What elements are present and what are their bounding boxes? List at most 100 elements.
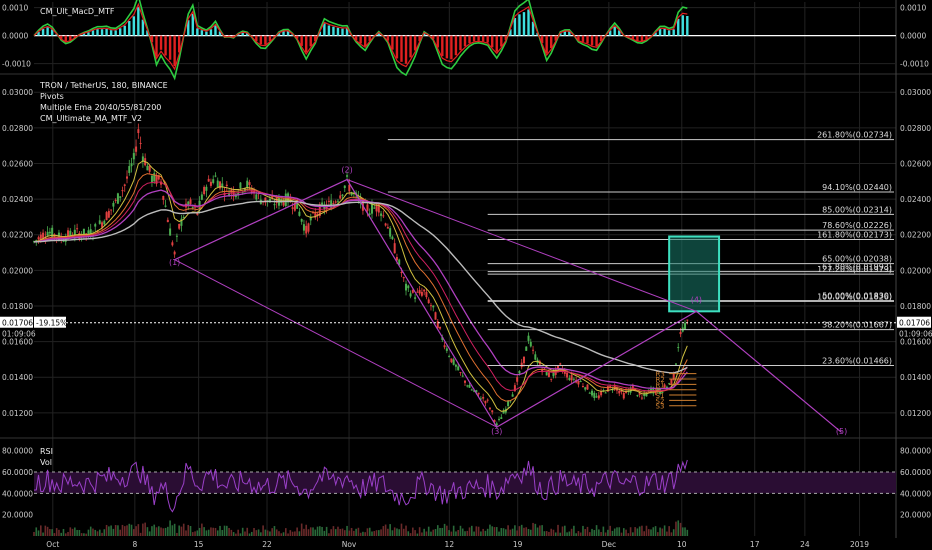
x-tick-label: 2019 bbox=[850, 540, 869, 549]
candle-body bbox=[69, 230, 72, 236]
volume-bar bbox=[117, 525, 119, 536]
volume-bar bbox=[609, 525, 611, 536]
volume-bar bbox=[434, 529, 437, 536]
volume-bar bbox=[92, 528, 94, 536]
macd-histogram-bar bbox=[513, 17, 517, 36]
volume-bar bbox=[278, 531, 280, 536]
candle-body bbox=[529, 341, 532, 347]
volume-bar bbox=[219, 525, 221, 536]
volume-bar bbox=[423, 528, 425, 536]
x-tick-label: 15 bbox=[194, 540, 204, 549]
volume-bar bbox=[647, 529, 650, 536]
volume-bar bbox=[244, 531, 246, 536]
volume-bar bbox=[114, 525, 117, 536]
volume-bar bbox=[598, 529, 600, 536]
candle-body bbox=[302, 224, 305, 231]
volume-bar bbox=[412, 527, 414, 536]
candle-body bbox=[459, 372, 462, 374]
macd-histogram-bar bbox=[563, 31, 567, 36]
volume-bar bbox=[194, 531, 196, 536]
volume-bar bbox=[570, 528, 573, 536]
volume-bar bbox=[489, 524, 491, 536]
volume-bar bbox=[284, 528, 287, 536]
candle-body bbox=[464, 380, 466, 383]
volume-bar bbox=[287, 533, 289, 536]
volume-bar bbox=[33, 531, 35, 536]
volume-bar bbox=[461, 528, 464, 536]
volume-bar bbox=[339, 528, 342, 536]
x-tick-label: 12 bbox=[445, 540, 455, 549]
candle-body bbox=[275, 197, 278, 204]
macd-y-tick-right: 0.0010 bbox=[900, 4, 926, 13]
y-tick-label-right: 0.02000 bbox=[900, 266, 931, 275]
volume-bar bbox=[85, 533, 87, 536]
candle-body bbox=[114, 199, 117, 201]
volume-bar bbox=[618, 527, 621, 536]
volume-bar bbox=[257, 529, 260, 536]
volume-bar bbox=[289, 530, 292, 536]
volume-bar bbox=[305, 524, 308, 536]
fib-level-label: 85.00%(0.02314) bbox=[822, 205, 892, 214]
candle-body bbox=[137, 129, 140, 134]
x-tick-label: 10 bbox=[677, 540, 687, 549]
volume-bar bbox=[457, 529, 459, 536]
volume-bar bbox=[191, 532, 194, 536]
volume-bar bbox=[189, 526, 192, 536]
candle-body bbox=[107, 210, 110, 218]
y-tick-label-left: 0.02400 bbox=[2, 195, 33, 204]
candle-body bbox=[46, 231, 49, 236]
volume-bar bbox=[157, 526, 160, 536]
volume-bar bbox=[643, 531, 646, 536]
volume-bar bbox=[554, 532, 557, 536]
volume-bar bbox=[629, 527, 632, 536]
volume-bar bbox=[627, 533, 630, 536]
candle-body bbox=[468, 385, 471, 388]
fib-level-label: 38.20%(0.01667) bbox=[822, 321, 892, 330]
volume-bar bbox=[44, 525, 47, 536]
volume-bar bbox=[162, 528, 165, 536]
candle-body bbox=[135, 146, 138, 152]
candle-body bbox=[522, 356, 525, 364]
volume-bar bbox=[171, 525, 174, 536]
macd-histogram-bar bbox=[141, 19, 145, 36]
volume-bar bbox=[577, 531, 580, 536]
candle-body bbox=[393, 243, 396, 254]
candle-body bbox=[461, 375, 464, 377]
countdown-right: 01:09:06 bbox=[899, 330, 932, 339]
macd-histogram-bar bbox=[259, 35, 263, 45]
volume-bar bbox=[670, 532, 673, 536]
volume-bar bbox=[187, 524, 190, 536]
volume-bar bbox=[391, 530, 394, 536]
volume-bar bbox=[337, 526, 339, 536]
volume-bar bbox=[153, 524, 156, 536]
macd-histogram-bar bbox=[214, 25, 217, 36]
volume-bar bbox=[471, 525, 473, 536]
candle-body bbox=[498, 418, 501, 420]
symbol-title: TRON / TetherUS, 180, BINANCE bbox=[39, 81, 168, 90]
candle-body bbox=[169, 228, 172, 236]
wave-label: (1) bbox=[169, 258, 180, 267]
candle-body bbox=[128, 166, 131, 173]
fib-level-label: 100.00%(0.01826) bbox=[817, 292, 892, 301]
volume-bar bbox=[679, 522, 682, 536]
volume-bar bbox=[62, 528, 65, 536]
volume-bar bbox=[53, 533, 56, 536]
candle-body bbox=[586, 384, 589, 390]
macd-histogram-bar bbox=[395, 35, 399, 59]
macd-histogram-bar bbox=[550, 35, 553, 49]
candle-body bbox=[518, 371, 521, 374]
macd-histogram-bar bbox=[477, 35, 480, 41]
volume-bar bbox=[69, 527, 72, 536]
countdown-left: 01:09:06 bbox=[2, 330, 36, 339]
volume-bar bbox=[321, 526, 323, 536]
candle-body bbox=[162, 195, 165, 200]
y-tick-label-right: 0.02600 bbox=[900, 159, 931, 168]
candle-body bbox=[141, 156, 144, 161]
price-tag-right-label: 0.01706 bbox=[899, 319, 930, 328]
candle-body bbox=[434, 312, 437, 320]
volume-bar bbox=[607, 529, 609, 536]
candle-body bbox=[532, 349, 535, 351]
volume-bar bbox=[355, 528, 357, 536]
candle-body bbox=[212, 179, 215, 183]
volume-bar bbox=[514, 525, 516, 536]
